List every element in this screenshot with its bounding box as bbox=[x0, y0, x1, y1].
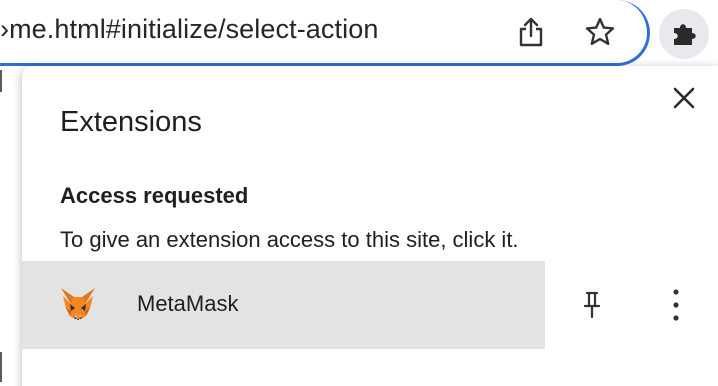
close-icon[interactable] bbox=[671, 85, 697, 111]
browser-toolbar: ›me.html#initialize/select-action bbox=[0, 0, 718, 66]
extensions-popup: Extensions Access requested To give an e… bbox=[22, 66, 718, 386]
star-icon[interactable] bbox=[584, 16, 616, 48]
extension-row-highlight[interactable] bbox=[22, 261, 545, 349]
metamask-fox-icon bbox=[61, 288, 95, 320]
more-vertical-icon[interactable] bbox=[666, 286, 686, 324]
browser-window: ›me.html#initialize/select-action Extens… bbox=[0, 0, 718, 386]
puzzle-icon bbox=[674, 24, 696, 45]
page-edge-line bbox=[0, 70, 2, 92]
pin-icon[interactable] bbox=[582, 289, 602, 321]
page-edge-line bbox=[0, 352, 2, 382]
access-requested-heading: Access requested bbox=[60, 183, 249, 208]
extensions-button[interactable] bbox=[659, 9, 709, 59]
extension-name[interactable]: MetaMask bbox=[137, 291, 238, 317]
url-text[interactable]: ›me.html#initialize/select-action bbox=[0, 14, 378, 45]
share-icon[interactable] bbox=[516, 16, 546, 48]
popup-title: Extensions bbox=[60, 106, 202, 138]
extension-row-metamask[interactable]: MetaMask bbox=[22, 261, 718, 349]
access-requested-description: To give an extension access to this site… bbox=[60, 227, 519, 252]
